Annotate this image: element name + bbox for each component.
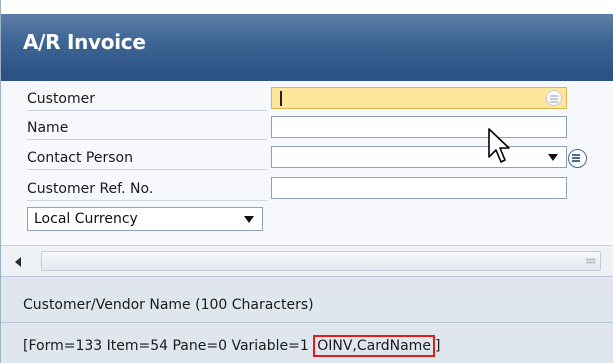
scroll-thumb[interactable] [41,251,601,271]
customer-field[interactable] [271,87,567,109]
name-label: Name [27,116,267,140]
customer-ref-field[interactable] [271,177,567,199]
horizontal-scrollbar[interactable] [1,245,613,276]
debug-info-suffix: ] [434,338,441,354]
header-form: Customer Name Contact Person Customer Re… [1,81,613,245]
system-information: [Form=133 Item=54 Pane=0 Variable=1 OINV… [23,335,440,357]
window-title: A/R Invoice [23,30,146,54]
customer-label: Customer [27,87,267,111]
link-arrow-icon[interactable] [568,149,587,168]
contact-person-field[interactable] [271,146,567,168]
title-bar: A/R Invoice [1,0,613,81]
scroll-left-icon[interactable] [9,252,29,272]
status-bar: Customer/Vendor Name (100 Characters) [F… [1,276,613,363]
name-field[interactable] [271,116,567,138]
text-caret [280,91,282,106]
debug-info-prefix: [Form=133 Item=54 Pane=0 Variable=1 [23,338,314,354]
mouse-pointer-icon [488,128,510,163]
customer-ref-label: Customer Ref. No. [27,177,267,201]
table-field-highlight: OINV,CardName [313,335,435,357]
ar-invoice-window: A/R Invoice Customer Name Contact Person… [0,0,613,363]
dropdown-arrow-icon[interactable] [548,154,558,161]
grip-icon [586,258,596,264]
status-divider [1,322,613,323]
chevron-down-icon [244,216,254,223]
field-description: Customer/Vendor Name (100 Characters) [23,297,314,313]
link-arrow-icon[interactable] [546,90,562,106]
currency-select[interactable]: Local Currency [27,207,263,231]
currency-select-value: Local Currency [34,211,138,227]
contact-person-label: Contact Person [27,146,267,170]
